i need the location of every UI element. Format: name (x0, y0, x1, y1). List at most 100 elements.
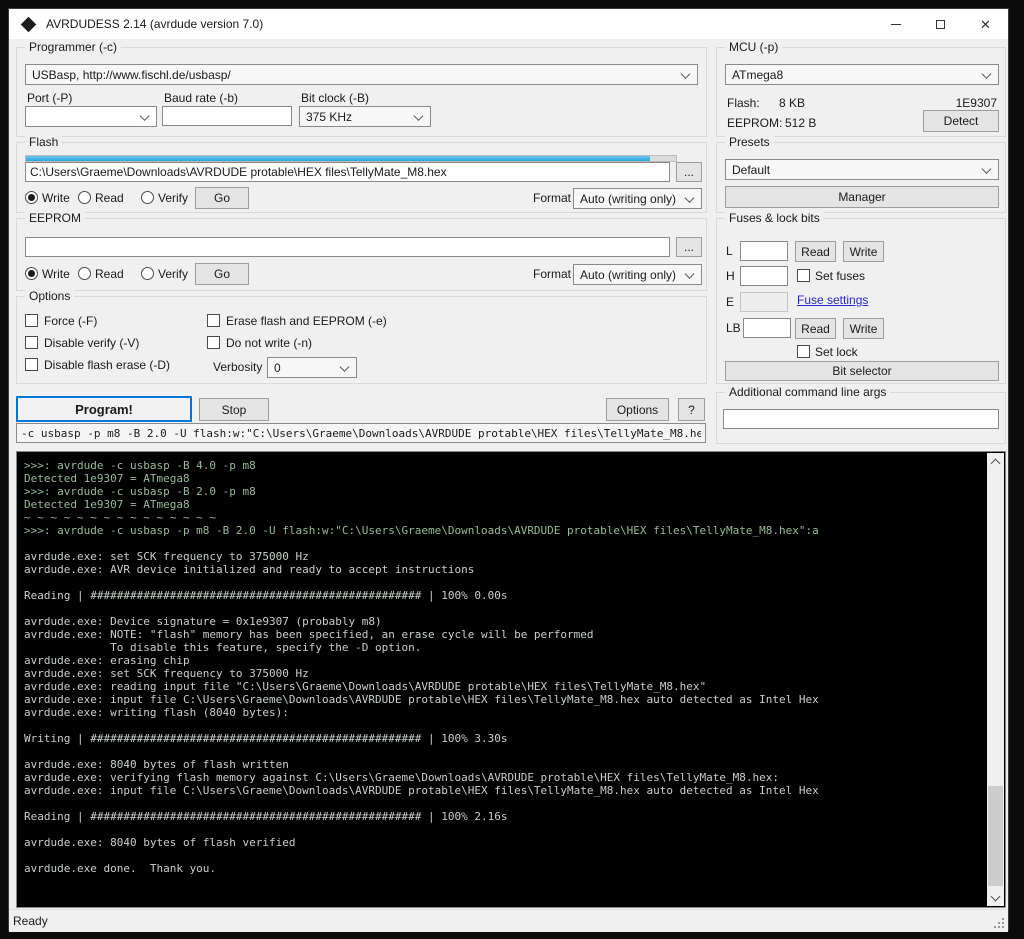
console-line: Reading | ##############################… (24, 810, 985, 823)
maximize-button[interactable] (918, 9, 963, 39)
do-not-write-checkbox[interactable] (207, 336, 220, 349)
baud-rate-input[interactable] (162, 106, 292, 126)
stop-button[interactable]: Stop (199, 398, 269, 421)
mcu-flash-label: Flash: (727, 96, 760, 110)
flash-format-label: Format (533, 191, 571, 205)
lock-bits-input[interactable] (743, 318, 791, 338)
console-line: avrdude.exe done. Thank you. (24, 862, 985, 875)
command-line-preview[interactable] (16, 423, 706, 443)
scroll-down-button[interactable] (987, 889, 1004, 906)
flash-go-button[interactable]: Go (195, 187, 249, 209)
eeprom-browse-button[interactable]: ... (676, 237, 702, 257)
lock-write-button[interactable]: Write (843, 318, 884, 339)
bit-clock-select[interactable]: 375 KHz (299, 106, 431, 127)
eeprom-go-button[interactable]: Go (195, 263, 249, 285)
presets-select[interactable]: Default (725, 159, 999, 180)
disable-verify-checkbox[interactable] (25, 336, 38, 349)
manager-button[interactable]: Manager (725, 186, 999, 208)
detect-button[interactable]: Detect (923, 110, 999, 132)
flash-verify-label[interactable]: Verify (158, 191, 188, 205)
options-button[interactable]: Options (606, 398, 669, 421)
eeprom-verify-label[interactable]: Verify (158, 267, 188, 281)
chevron-down-icon (991, 891, 1001, 901)
additional-args-input[interactable] (723, 409, 999, 429)
window-title: AVRDUDESS 2.14 (avrdude version 7.0) (46, 17, 873, 31)
set-lock-checkbox[interactable] (797, 345, 810, 358)
port-label: Port (-P) (27, 91, 72, 105)
console-line: >>>: avrdude -c usbasp -B 4.0 -p m8 (24, 459, 985, 472)
set-lock-label[interactable]: Set lock (815, 345, 858, 359)
mcu-group-label: MCU (-p) (725, 40, 782, 54)
scroll-up-button[interactable] (987, 453, 1004, 470)
flash-browse-button[interactable]: ... (676, 162, 702, 182)
console-line (24, 849, 985, 862)
disable-verify-label[interactable]: Disable verify (-V) (44, 336, 139, 350)
disable-flash-erase-label[interactable]: Disable flash erase (-D) (44, 358, 170, 372)
erase-flash-eeprom-checkbox[interactable] (207, 314, 220, 327)
console-line (24, 823, 985, 836)
help-button[interactable]: ? (678, 398, 705, 421)
program-button[interactable]: Program! (16, 396, 192, 422)
close-button[interactable]: ✕ (963, 9, 1008, 39)
console-line (24, 719, 985, 732)
fuse-h-input[interactable] (740, 266, 788, 286)
flash-write-label[interactable]: Write (42, 191, 70, 205)
eeprom-group: EEPROM ... Write Read Verify Go Format A… (16, 218, 707, 291)
flash-format-select[interactable]: Auto (writing only) (573, 188, 702, 209)
verbosity-select[interactable]: 0 (267, 357, 357, 378)
console-line (24, 537, 985, 550)
disable-flash-erase-checkbox[interactable] (25, 358, 38, 371)
set-fuses-label[interactable]: Set fuses (815, 269, 865, 283)
do-not-write-label[interactable]: Do not write (-n) (226, 336, 312, 350)
fuse-write-button[interactable]: Write (843, 241, 884, 262)
fuses-group-label: Fuses & lock bits (725, 211, 824, 225)
console-output[interactable]: >>>: avrdude -c usbasp -B 4.0 -p m8Detec… (16, 451, 1006, 908)
resize-grip-icon[interactable] (1002, 926, 1004, 928)
flash-write-radio[interactable] (25, 191, 38, 204)
bit-clock-selected-value: 375 KHz (306, 110, 352, 124)
flash-progress-fill (26, 156, 650, 161)
programmer-select[interactable]: USBasp, http://www.fischl.de/usbasp/ (25, 64, 698, 85)
console-line: >>>: avrdude -c usbasp -p m8 -B 2.0 -U f… (24, 524, 985, 537)
eeprom-file-input[interactable] (25, 237, 670, 257)
chevron-down-icon (414, 111, 424, 121)
eeprom-format-selected-value: Auto (writing only) (580, 268, 676, 282)
set-fuses-checkbox[interactable] (797, 269, 810, 282)
mcu-select[interactable]: ATmega8 (725, 64, 999, 85)
presets-group-label: Presets (725, 135, 774, 149)
additional-args-group: Additional command line args (716, 392, 1006, 444)
erase-flash-eeprom-label[interactable]: Erase flash and EEPROM (-e) (226, 314, 387, 328)
status-bar: Ready (9, 909, 1008, 932)
eeprom-write-label[interactable]: Write (42, 267, 70, 281)
chevron-down-icon (982, 69, 992, 79)
flash-file-input[interactable] (25, 162, 670, 182)
close-icon: ✕ (980, 18, 991, 31)
minimize-button[interactable] (873, 9, 918, 39)
eeprom-read-radio[interactable] (78, 267, 91, 280)
console-scrollbar[interactable] (987, 453, 1004, 906)
fuse-l-input[interactable] (740, 241, 788, 261)
force-checkbox[interactable] (25, 314, 38, 327)
fuse-settings-link[interactable]: Fuse settings (797, 293, 868, 307)
lock-read-button[interactable]: Read (795, 318, 836, 339)
flash-progress-bar (25, 155, 677, 162)
eeprom-read-label[interactable]: Read (95, 267, 124, 281)
eeprom-format-select[interactable]: Auto (writing only) (573, 264, 702, 285)
flash-verify-radio[interactable] (141, 191, 154, 204)
eeprom-write-radio[interactable] (25, 267, 38, 280)
fuse-read-button[interactable]: Read (795, 241, 836, 262)
fuse-e-input (740, 292, 788, 312)
scrollbar-thumb[interactable] (988, 786, 1003, 886)
mcu-flash-size: 8 KB (779, 96, 805, 110)
bit-selector-button[interactable]: Bit selector (725, 361, 999, 381)
maximize-icon (936, 20, 945, 29)
flash-read-radio[interactable] (78, 191, 91, 204)
flash-read-label[interactable]: Read (95, 191, 124, 205)
eeprom-verify-radio[interactable] (141, 267, 154, 280)
port-select[interactable] (25, 106, 157, 127)
console-line: To disable this feature, specify the -D … (24, 641, 985, 654)
status-text: Ready (13, 914, 48, 928)
chevron-down-icon (140, 111, 150, 121)
force-label[interactable]: Force (-F) (44, 314, 97, 328)
fuses-group: Fuses & lock bits L Read Write H Set fus… (716, 218, 1006, 384)
